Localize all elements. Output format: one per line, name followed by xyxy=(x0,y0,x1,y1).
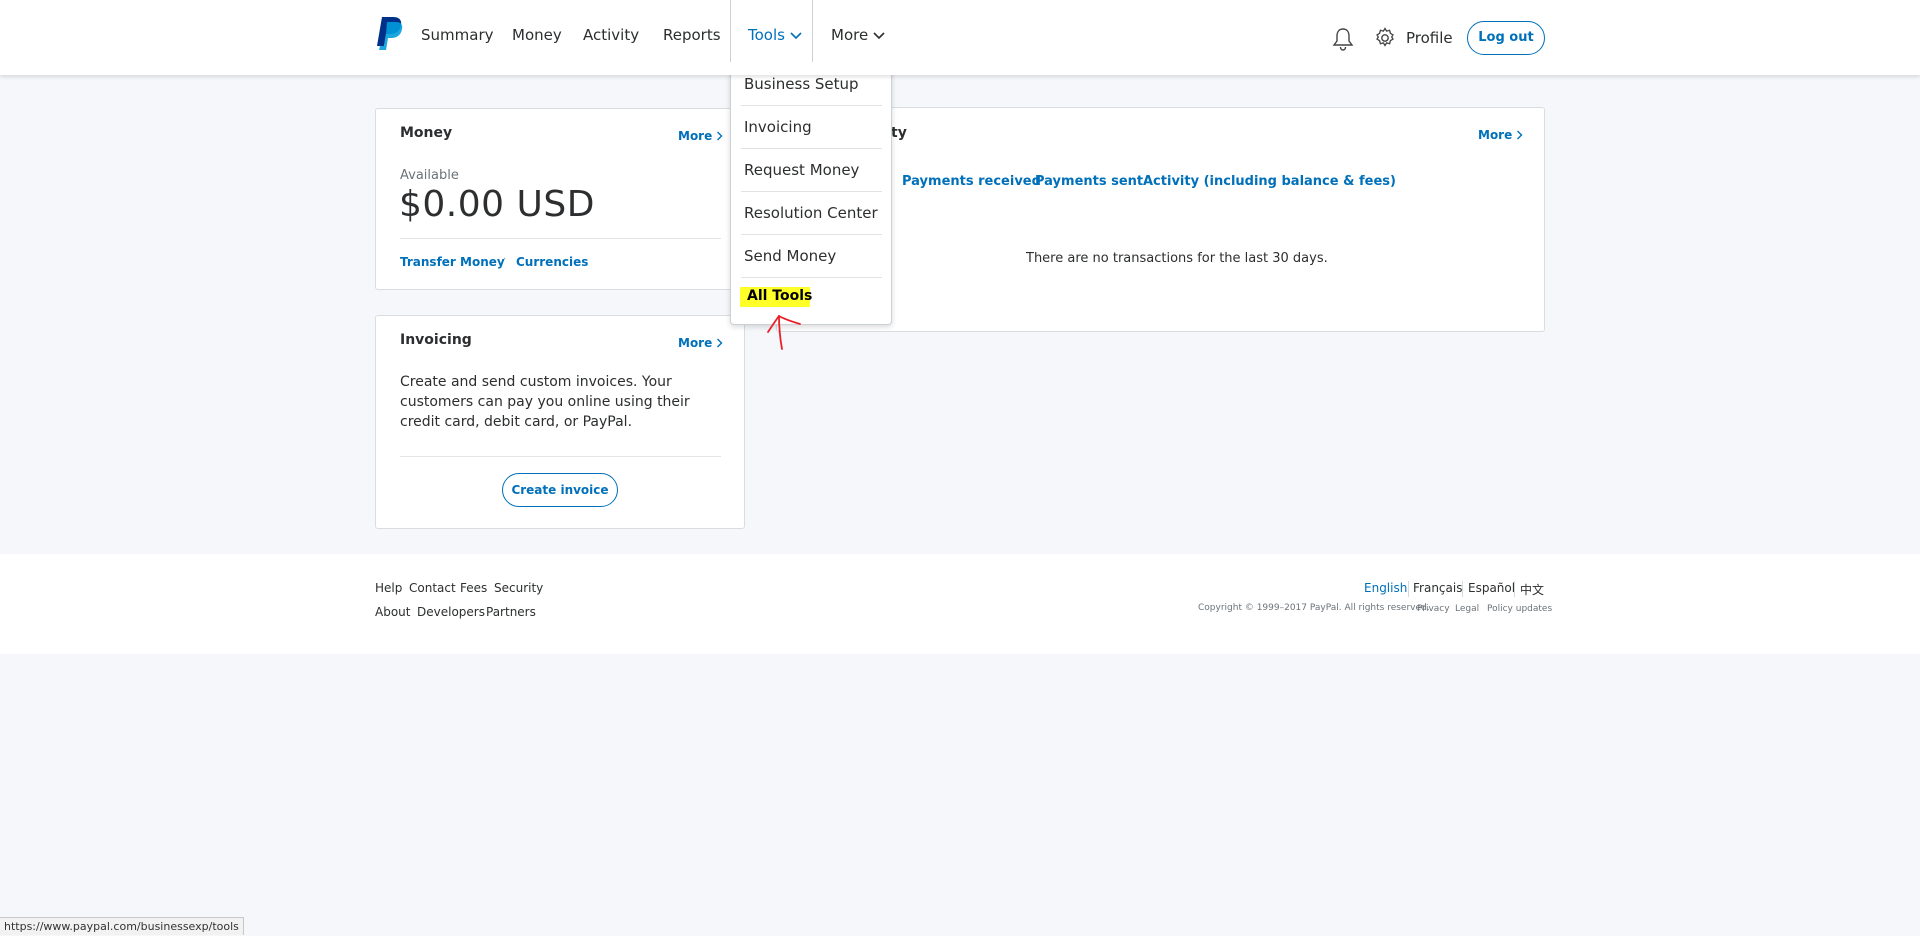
menu-item-request-money[interactable]: Request Money xyxy=(741,149,882,192)
divider xyxy=(400,456,721,457)
chevron-down-icon xyxy=(873,31,885,39)
paypal-logo[interactable] xyxy=(374,16,404,52)
footer-developers[interactable]: Developers xyxy=(417,605,485,619)
invoicing-card: Invoicing More Create and send custom in… xyxy=(375,315,745,529)
profile-link[interactable]: Profile xyxy=(1406,29,1453,47)
available-label: Available xyxy=(400,168,459,183)
chevron-down-icon xyxy=(790,31,802,39)
lang-french[interactable]: Français xyxy=(1413,581,1462,595)
footer-help[interactable]: Help xyxy=(375,581,402,595)
tab-payments-received[interactable]: Payments received xyxy=(902,174,1041,189)
transfer-money-link[interactable]: Transfer Money xyxy=(400,255,505,269)
footer-security[interactable]: Security xyxy=(494,581,543,595)
top-navigation-bar: Summary Money Activity Reports Tools Mor… xyxy=(0,0,1920,75)
status-bar-url: https://www.paypal.com/businessexp/tools xyxy=(0,917,244,935)
nav-summary[interactable]: Summary xyxy=(421,26,494,44)
menu-item-resolution-center[interactable]: Resolution Center xyxy=(741,192,882,235)
tab-payments-sent[interactable]: Payments sent xyxy=(1035,174,1143,189)
nav-activity[interactable]: Activity xyxy=(583,26,639,44)
lang-english[interactable]: English xyxy=(1364,581,1407,595)
nav-money[interactable]: Money xyxy=(512,26,562,44)
footer-fees[interactable]: Fees xyxy=(460,581,487,595)
lang-separator xyxy=(1514,581,1515,597)
gear-icon[interactable] xyxy=(1374,27,1396,49)
footer-about[interactable]: About xyxy=(375,605,410,619)
footer-privacy[interactable]: Privacy xyxy=(1417,604,1450,614)
invoicing-more-link[interactable]: More xyxy=(678,336,723,350)
nav-more[interactable]: More xyxy=(831,26,886,44)
empty-transactions-message: There are no transactions for the last 3… xyxy=(1026,251,1328,266)
divider xyxy=(400,238,721,239)
footer-policy-updates[interactable]: Policy updates xyxy=(1487,604,1552,614)
nav-tools-label: Tools xyxy=(748,26,803,44)
logout-button[interactable]: Log out xyxy=(1467,21,1545,55)
balance-amount: $0.00 USD xyxy=(399,184,595,225)
chevron-right-icon xyxy=(1517,130,1523,140)
footer-legal[interactable]: Legal xyxy=(1455,604,1479,614)
menu-item-send-money[interactable]: Send Money xyxy=(741,235,882,278)
currencies-link[interactable]: Currencies xyxy=(516,255,588,269)
hand-drawn-arrow xyxy=(767,314,801,350)
activity-card-title: ty xyxy=(891,125,907,141)
money-card: Money More Available $0.00 USD Transfer … xyxy=(375,108,745,290)
footer-partners[interactable]: Partners xyxy=(486,605,536,619)
invoicing-description: Create and send custom invoices. Your cu… xyxy=(400,374,690,430)
lang-separator xyxy=(1408,581,1409,597)
chevron-right-icon xyxy=(717,338,723,348)
nav-more-label: More xyxy=(831,26,869,44)
bell-icon[interactable] xyxy=(1332,27,1354,51)
nav-reports[interactable]: Reports xyxy=(663,26,721,44)
tools-dropdown-menu: Business Setup Invoicing Request Money R… xyxy=(730,61,892,325)
footer-contact[interactable]: Contact xyxy=(409,581,456,595)
copyright-text: Copyright © 1999–2017 PayPal. All rights… xyxy=(1198,603,1430,613)
invoicing-card-title: Invoicing xyxy=(400,332,472,348)
nav-tools[interactable]: Tools xyxy=(730,0,813,62)
lang-spanish[interactable]: Español xyxy=(1468,581,1515,595)
footer: Help Contact Fees Security About Develop… xyxy=(0,554,1920,654)
money-more-link[interactable]: More xyxy=(678,129,723,143)
tab-activity-all[interactable]: Activity (including balance & fees) xyxy=(1143,174,1396,189)
chevron-right-icon xyxy=(717,131,723,141)
menu-item-invoicing[interactable]: Invoicing xyxy=(741,106,882,149)
money-card-title: Money xyxy=(400,125,453,141)
create-invoice-button[interactable]: Create invoice xyxy=(502,473,618,507)
lang-separator xyxy=(1462,581,1463,597)
dot-separator: · xyxy=(503,254,507,265)
menu-item-all-tools[interactable]: All Tools xyxy=(747,288,812,304)
activity-more-link[interactable]: More xyxy=(1478,128,1523,142)
lang-chinese[interactable]: 中文 xyxy=(1520,581,1544,598)
